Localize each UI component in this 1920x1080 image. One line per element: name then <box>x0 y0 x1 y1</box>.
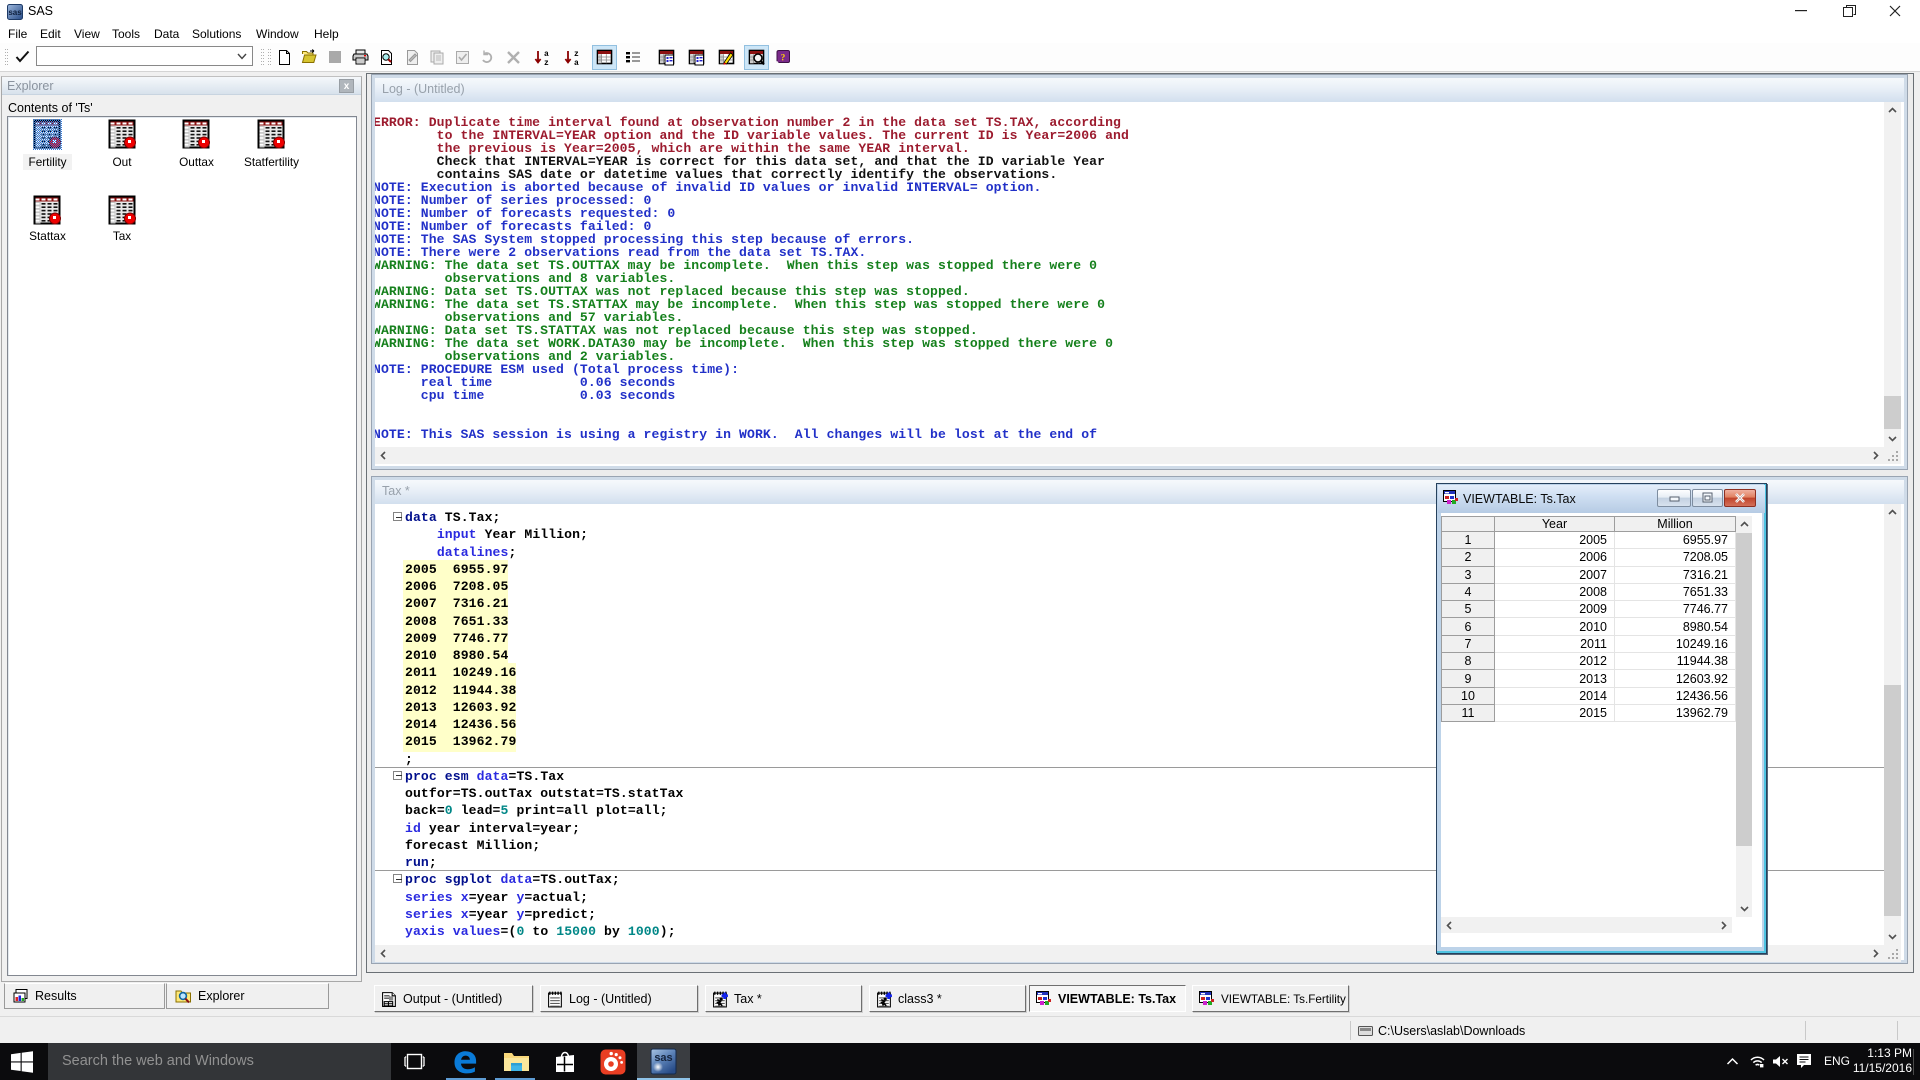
svg-text:?: ? <box>781 53 786 63</box>
svg-text:z: z <box>544 59 549 66</box>
svg-text:z: z <box>574 50 579 59</box>
svg-text:sas: sas <box>8 8 22 17</box>
svg-text:a: a <box>574 59 579 66</box>
svg-text:a: a <box>544 50 549 59</box>
